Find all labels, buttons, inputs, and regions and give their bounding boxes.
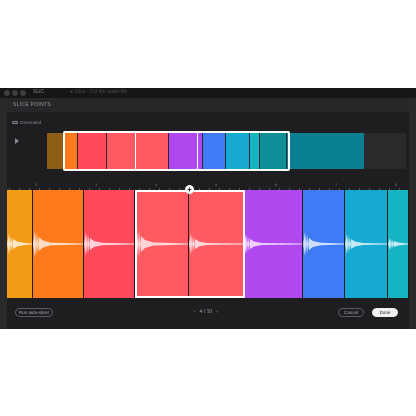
generated-label: Generated xyxy=(20,120,42,125)
breadcrumb: ● Slice · Cut the audio file xyxy=(70,89,128,95)
waveform-icon xyxy=(244,234,302,254)
play-icon[interactable] xyxy=(15,138,19,144)
slice-segment[interactable] xyxy=(84,190,134,298)
slice-segment[interactable] xyxy=(244,190,302,298)
slice-window: SLIC ● Slice · Cut the audio file SLICE … xyxy=(0,88,416,329)
cancel-button[interactable]: Cancel xyxy=(338,308,364,317)
next-slice-icon[interactable]: › xyxy=(216,309,218,315)
waveform-icon xyxy=(7,234,32,254)
app-title: SLIC xyxy=(33,89,45,95)
toggle-icon[interactable] xyxy=(12,121,18,124)
generated-toggle[interactable]: Generated xyxy=(12,120,41,125)
panel-header: SLICE POINTS xyxy=(7,98,409,112)
done-button[interactable]: Done xyxy=(372,308,398,317)
ruler-label: 7 xyxy=(335,182,338,187)
run-auto-slicer-button[interactable]: Run auto-slicer xyxy=(15,308,53,317)
ruler-label: 8 xyxy=(395,182,398,187)
ruler-label: 4 xyxy=(155,182,158,187)
window-dot-icon[interactable] xyxy=(12,90,18,96)
ruler-label: 2 xyxy=(35,182,38,187)
app-topbar: SLIC ● Slice · Cut the audio file xyxy=(0,88,416,98)
slice-segment[interactable] xyxy=(33,190,83,298)
slice-segment[interactable] xyxy=(388,190,408,298)
waveform-editor[interactable] xyxy=(7,190,409,298)
overview-dim-left xyxy=(47,133,63,169)
panel-footer: Run auto-slicer ‹ 4 / 10 › Cancel Done xyxy=(7,308,409,329)
pager-text: 4 / 10 xyxy=(199,309,213,315)
add-slice-icon[interactable]: + xyxy=(185,185,194,194)
overview-current-slice-frame[interactable] xyxy=(135,132,198,170)
prev-slice-icon[interactable]: ‹ xyxy=(194,309,196,315)
window-dot-icon[interactable] xyxy=(4,90,10,96)
slice-points-panel: SLICE POINTS Generated 2 3 4 5 6 7 8 + Run aut… xyxy=(7,98,409,329)
waveform-icon xyxy=(303,232,344,256)
ruler-label: 6 xyxy=(275,182,278,187)
waveform-icon xyxy=(388,238,408,250)
slice-segment[interactable] xyxy=(303,190,344,298)
waveform-icon xyxy=(84,232,134,256)
slice-segment[interactable] xyxy=(345,190,387,298)
ruler-label: 3 xyxy=(95,182,98,187)
window-dot-icon[interactable] xyxy=(20,90,26,96)
ruler-label: 5 xyxy=(215,182,218,187)
slice-pager: ‹ 4 / 10 › xyxy=(194,309,218,315)
overview-slice[interactable] xyxy=(287,133,364,169)
slice-segment[interactable] xyxy=(7,190,32,298)
overview-strip[interactable] xyxy=(47,131,406,171)
timeline-ruler: 2 3 4 5 6 7 8 xyxy=(7,182,409,190)
waveform-icon xyxy=(33,230,83,258)
selected-slice-frame[interactable] xyxy=(135,190,245,298)
waveform-icon xyxy=(345,234,387,254)
panel-title: SLICE POINTS xyxy=(13,102,52,108)
